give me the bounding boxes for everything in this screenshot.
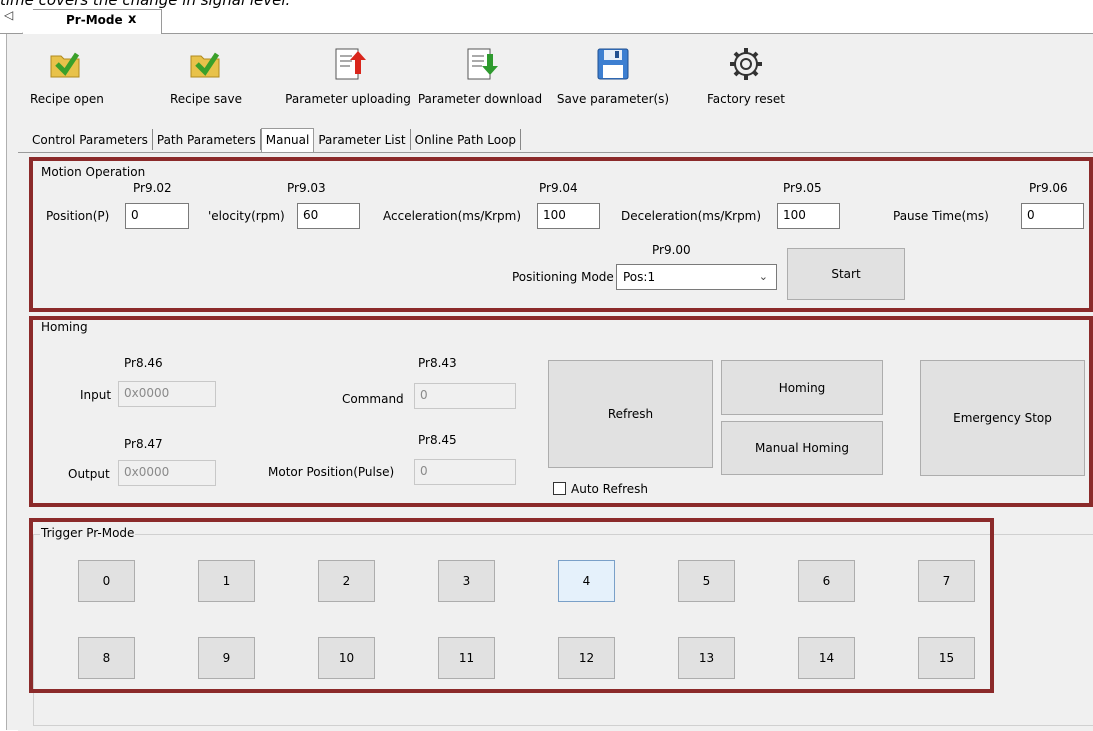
param-label: Pr9.03 [287, 181, 326, 195]
velocity-input[interactable]: 60 [297, 203, 360, 229]
document-download-icon [460, 44, 500, 84]
positioning-mode-label: Positioning Mode [512, 270, 614, 284]
trigger-button-5[interactable]: 5 [678, 560, 735, 602]
homing-legend: Homing [40, 320, 89, 334]
positioning-mode-select[interactable]: Pos:1 ⌄ [616, 264, 777, 290]
trigger-button-1[interactable]: 1 [198, 560, 255, 602]
acceleration-input[interactable]: 100 [537, 203, 600, 229]
close-tab-icon[interactable]: x [128, 12, 136, 27]
start-button[interactable]: Start [787, 248, 905, 300]
param-label: Pr9.04 [539, 181, 578, 195]
document-upload-icon [328, 44, 368, 84]
trigger-button-7[interactable]: 7 [918, 560, 975, 602]
output-field: 0x0000 [118, 460, 216, 486]
trigger-button-14[interactable]: 14 [798, 637, 855, 679]
param-label: Pr8.43 [418, 356, 457, 370]
parameter-download-button[interactable]: Parameter download [414, 44, 546, 106]
trigger-button-6[interactable]: 6 [798, 560, 855, 602]
gear-reset-icon [726, 44, 766, 84]
tab-online-path-loop[interactable]: Online Path Loop [411, 129, 522, 150]
param-label: Pr8.47 [124, 437, 163, 451]
tab-parameter-list[interactable]: Parameter List [314, 129, 411, 150]
param-label: Pr9.00 [652, 243, 691, 257]
motor-position-label: Motor Position(Pulse) [268, 465, 395, 479]
position-label: Position(P) [46, 209, 110, 223]
param-label: Pr9.02 [133, 181, 172, 195]
floppy-disk-icon [593, 44, 633, 84]
factory-reset-button[interactable]: Factory reset [700, 44, 792, 106]
folder-save-icon [185, 44, 225, 84]
output-label: Output [68, 467, 110, 481]
trigger-legend: Trigger Pr-Mode [40, 526, 136, 540]
sub-tab-bar: Control Parameters Path Parameters Manua… [28, 128, 522, 152]
trigger-button-11[interactable]: 11 [438, 637, 495, 679]
document-tab-bar [0, 8, 1093, 34]
homing-button[interactable]: Homing [721, 360, 883, 415]
deceleration-input[interactable]: 100 [777, 203, 840, 229]
pause-time-input[interactable]: 0 [1021, 203, 1084, 229]
recipe-open-button[interactable]: Recipe open [30, 44, 104, 106]
tab-scroll-left-icon[interactable]: ◁ [4, 8, 16, 24]
toolbar-label: Recipe save [170, 92, 243, 106]
param-label: Pr9.06 [1029, 181, 1068, 195]
parameter-uploading-button[interactable]: Parameter uploading [283, 44, 413, 106]
save-parameters-button[interactable]: Save parameter(s) [553, 44, 673, 106]
deceleration-label: Deceleration(ms/Krpm) [621, 209, 762, 223]
trigger-button-4[interactable]: 4 [558, 560, 615, 602]
trigger-button-3[interactable]: 3 [438, 560, 495, 602]
trigger-button-9[interactable]: 9 [198, 637, 255, 679]
refresh-button[interactable]: Refresh [548, 360, 713, 468]
param-label: Pr8.46 [124, 356, 163, 370]
auto-refresh-label: Auto Refresh [571, 482, 648, 496]
chevron-down-icon: ⌄ [758, 270, 768, 283]
select-value: Pos:1 [623, 270, 656, 284]
position-input[interactable]: 0 [125, 203, 189, 229]
trigger-button-12[interactable]: 12 [558, 637, 615, 679]
tab-title: Pr-Mode [66, 13, 123, 27]
trigger-button-15[interactable]: 15 [918, 637, 975, 679]
command-label: Command [342, 392, 404, 406]
tab-control-parameters[interactable]: Control Parameters [28, 129, 153, 150]
folder-open-icon [45, 44, 85, 84]
toolbar-label: Factory reset [706, 92, 786, 106]
input-field: 0x0000 [118, 381, 216, 407]
manual-homing-button[interactable]: Manual Homing [721, 421, 883, 475]
toolbar-label: Save parameter(s) [556, 92, 670, 106]
auto-refresh-checkbox[interactable] [553, 482, 566, 495]
pause-time-label: Pause Time(ms) [893, 209, 989, 223]
velocity-label: 'elocity(rpm) [208, 209, 285, 223]
param-label: Pr9.05 [783, 181, 822, 195]
trigger-button-10[interactable]: 10 [318, 637, 375, 679]
command-field: 0 [414, 383, 516, 409]
motor-position-field: 0 [414, 459, 516, 485]
emergency-stop-button[interactable]: Emergency Stop [920, 360, 1085, 476]
input-label: Input [80, 388, 112, 402]
trigger-button-0[interactable]: 0 [78, 560, 135, 602]
trigger-button-8[interactable]: 8 [78, 637, 135, 679]
trigger-button-2[interactable]: 2 [318, 560, 375, 602]
param-label: Pr8.45 [418, 433, 457, 447]
toolbar-label: Parameter uploading [285, 92, 411, 106]
acceleration-label: Acceleration(ms/Krpm) [383, 209, 522, 223]
toolbar-label: Recipe open [30, 92, 104, 106]
toolbar-label: Parameter download [417, 92, 543, 106]
tab-path-parameters[interactable]: Path Parameters [153, 129, 261, 150]
trigger-button-13[interactable]: 13 [678, 637, 735, 679]
motion-operation-legend: Motion Operation [40, 165, 147, 179]
recipe-save-button[interactable]: Recipe save [170, 44, 243, 106]
tab-manual[interactable]: Manual [260, 128, 315, 152]
